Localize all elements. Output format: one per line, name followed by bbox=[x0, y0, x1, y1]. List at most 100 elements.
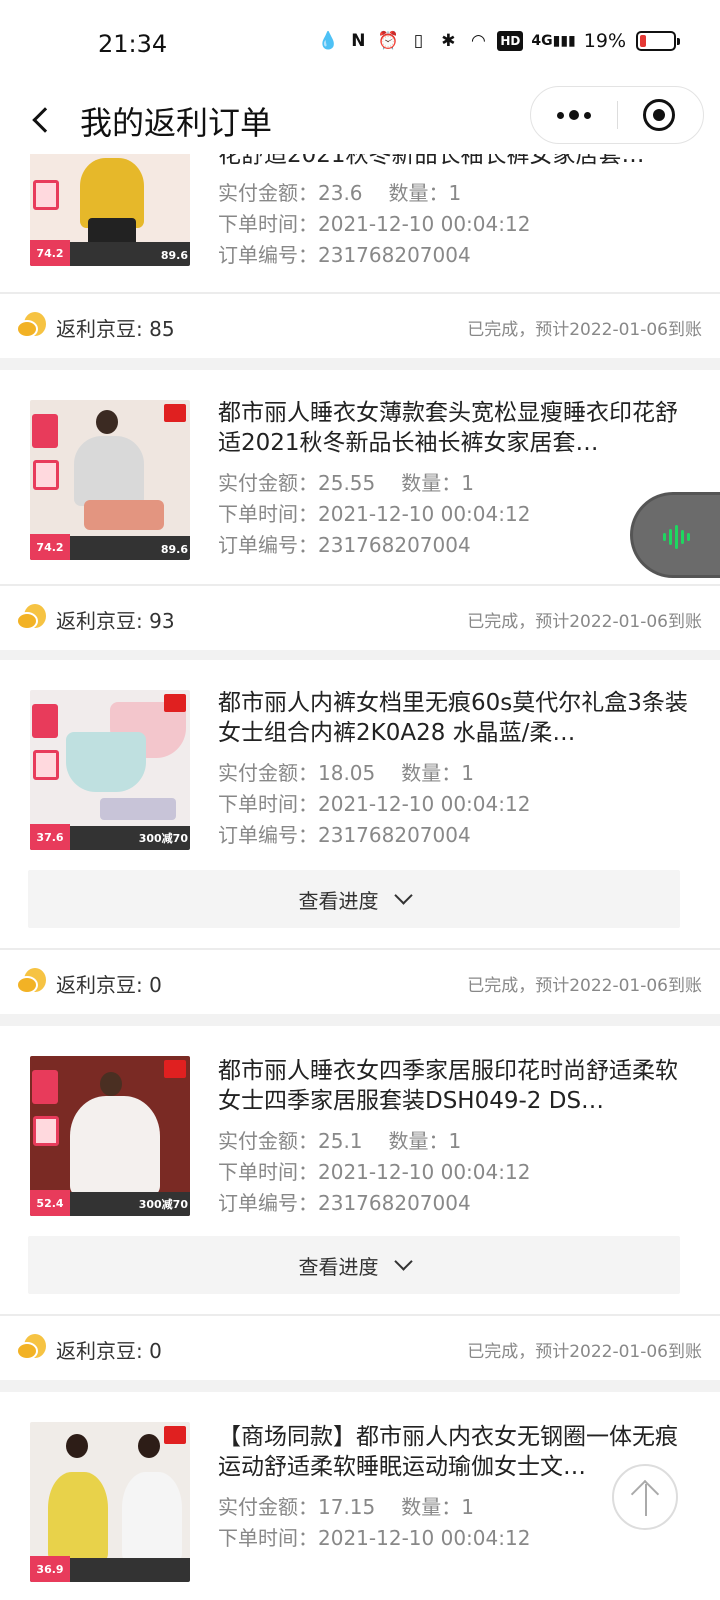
order-time-value: 2021-12-10 00:04:12 bbox=[318, 1160, 531, 1184]
jd-bean-icon bbox=[16, 1334, 48, 1360]
chevron-left-icon bbox=[32, 107, 58, 133]
voice-assistant-button[interactable] bbox=[630, 492, 720, 578]
qty-value: 1 bbox=[461, 471, 474, 495]
order-time-label: 下单时间： bbox=[218, 1160, 318, 1184]
rebate-status: 已完成，预计2022-01-06到账 bbox=[467, 976, 702, 996]
close-miniprogram-button[interactable] bbox=[643, 99, 675, 131]
promo-badge bbox=[33, 1116, 59, 1146]
paid-row: 实付金额：23.6 数量：1 bbox=[218, 180, 461, 206]
product-title[interactable]: 都市丽人睡衣女薄款套头宽松显瘦睡衣印花舒适2021秋冬新品长袖长裤女家居套… bbox=[218, 398, 688, 458]
product-row[interactable]: 36.9 【商场同款】都市丽人内衣女无钢圈一体无痕运动舒适柔软睡眠运动瑜伽女士文… bbox=[0, 1422, 720, 1600]
order-card: 52.4 300减70 都市丽人睡衣女四季家居服印花时尚舒适柔软女士四季家居服套… bbox=[0, 1026, 720, 1314]
product-row[interactable]: 74.2 89.6 都市丽人睡衣女薄款套头宽松显瘦睡衣印花舒适2021秋冬新品长… bbox=[0, 400, 720, 584]
page-title: 我的返利订单 bbox=[80, 104, 273, 142]
order-time-value: 2021-12-10 00:04:12 bbox=[318, 792, 531, 816]
promo-badge bbox=[33, 180, 59, 210]
order-time-row: 下单时间：2021-12-10 00:04:12 bbox=[218, 791, 530, 817]
order-no-value: 231768207004 bbox=[318, 533, 471, 557]
order-time-value: 2021-12-10 00:04:12 bbox=[318, 1526, 531, 1550]
order-time-label: 下单时间： bbox=[218, 502, 318, 526]
jd-bean-icon bbox=[16, 968, 48, 994]
qty-label: 数量： bbox=[401, 761, 462, 785]
thumb-price: 74.2 bbox=[30, 240, 70, 266]
brand-badge bbox=[164, 694, 186, 712]
capsule-divider bbox=[617, 101, 618, 129]
order-time-row: 下单时间：2021-12-10 00:04:12 bbox=[218, 1159, 530, 1185]
scroll-to-top-button[interactable] bbox=[612, 1464, 678, 1530]
chevron-down-icon bbox=[393, 885, 413, 905]
product-title[interactable]: 都市丽人睡衣女四季家居服印花时尚舒适柔软女士四季家居服套装DSH049-2 DS… bbox=[218, 1056, 688, 1116]
jd-bean-icon bbox=[16, 604, 48, 630]
view-progress-button[interactable]: 查看进度 bbox=[28, 1236, 680, 1294]
order-no-label: 订单编号： bbox=[218, 1191, 318, 1215]
order-no-row: 订单编号：231768207004 bbox=[218, 242, 471, 268]
order-list-viewport[interactable]: 74.2 89.6 花舒适2021秋冬新品长袖长裤女家居套… 实付金额：23.6… bbox=[0, 154, 720, 1600]
product-thumbnail[interactable]: 37.6 300减70 bbox=[30, 690, 190, 850]
view-progress-label: 查看进度 bbox=[298, 888, 379, 913]
paid-label: 实付金额： bbox=[218, 471, 318, 495]
paid-value: 18.05 bbox=[318, 761, 376, 785]
thumb-price: 36.9 bbox=[30, 1556, 70, 1582]
thumb-price-secondary: 89.6 bbox=[160, 249, 188, 262]
signal-4g-icon: 4G▮▮▮ bbox=[531, 33, 576, 49]
qty-value: 1 bbox=[448, 181, 462, 205]
qty-label: 数量： bbox=[401, 471, 462, 495]
status-time: 21:34 bbox=[98, 30, 168, 58]
rebate-row: 返利京豆: 0 已完成，预计2022-01-06到账 bbox=[0, 1316, 720, 1380]
paid-row: 实付金额：25.55 数量：1 bbox=[218, 470, 474, 496]
thumb-price: 52.4 bbox=[30, 1190, 70, 1216]
product-title[interactable]: 【商场同款】都市丽人内衣女无钢圈一体无痕运动舒适柔软睡眠运动瑜伽女士文… bbox=[218, 1422, 688, 1482]
model-head bbox=[100, 1072, 122, 1096]
order-time-label: 下单时间： bbox=[218, 1526, 318, 1550]
paid-value: 25.1 bbox=[318, 1129, 363, 1153]
order-no-row: 订单编号：231768207004 bbox=[218, 822, 471, 848]
product-title[interactable]: 都市丽人内裤女档里无痕60s莫代尔礼盒3条装女士组合内裤2K0A28 水晶蓝/柔… bbox=[218, 688, 688, 748]
product-row[interactable]: 74.2 89.6 花舒适2021秋冬新品长袖长裤女家居套… 实付金额：23.6… bbox=[0, 154, 720, 272]
paid-row: 实付金额：17.15 数量：1 bbox=[218, 1494, 474, 1520]
view-progress-button[interactable]: 查看进度 bbox=[28, 870, 680, 928]
rebate-row: 返利京豆: 85 已完成，预计2022-01-06到账 bbox=[0, 294, 720, 358]
order-no-label: 订单编号： bbox=[218, 243, 318, 267]
model-figure bbox=[48, 1472, 108, 1562]
order-time-row: 下单时间：2021-12-10 00:04:12 bbox=[218, 1525, 530, 1551]
promo-badge bbox=[32, 1070, 58, 1104]
promo-badge bbox=[32, 704, 58, 738]
qty-label: 数量： bbox=[388, 181, 449, 205]
product-row[interactable]: 52.4 300减70 都市丽人睡衣女四季家居服印花时尚舒适柔软女士四季家居服套… bbox=[0, 1056, 720, 1240]
bluetooth-icon: ✱ bbox=[441, 31, 456, 51]
thumb-price-secondary: 300减70 bbox=[138, 1198, 188, 1211]
order-card: 37.6 300减70 都市丽人内裤女档里无痕60s莫代尔礼盒3条装女士组合内裤… bbox=[0, 660, 720, 948]
order-no-value: 231768207004 bbox=[318, 243, 471, 267]
promo-badge bbox=[33, 750, 59, 780]
product-box bbox=[100, 798, 176, 820]
wifi-icon: ◠ bbox=[470, 31, 486, 51]
dot-icon bbox=[557, 111, 564, 119]
order-no-row: 订单编号：231768207004 bbox=[218, 1190, 471, 1216]
product-row[interactable]: 37.6 300减70 都市丽人内裤女档里无痕60s莫代尔礼盒3条装女士组合内裤… bbox=[0, 690, 720, 874]
sound-wave-icon bbox=[663, 525, 690, 549]
product-thumbnail[interactable]: 52.4 300减70 bbox=[30, 1056, 190, 1216]
paid-value: 23.6 bbox=[318, 181, 363, 205]
product-thumbnail[interactable]: 74.2 89.6 bbox=[30, 154, 190, 266]
order-time-row: 下单时间：2021-12-10 00:04:12 bbox=[218, 211, 530, 237]
product-title[interactable]: 花舒适2021秋冬新品长袖长裤女家居套… bbox=[218, 154, 688, 170]
rebate-card: 返利京豆: 85 已完成，预计2022-01-06到账 bbox=[0, 294, 720, 358]
rebate-row: 返利京豆: 93 已完成，预计2022-01-06到账 bbox=[0, 586, 720, 650]
thumb-price-secondary: 300减70 bbox=[138, 832, 188, 845]
product-thumbnail[interactable]: 74.2 89.6 bbox=[30, 400, 190, 560]
paid-value: 17.15 bbox=[318, 1495, 376, 1519]
product-shape bbox=[66, 732, 146, 792]
order-no-value: 231768207004 bbox=[318, 823, 471, 847]
rebate-amount: 返利京豆: 93 bbox=[56, 609, 175, 633]
model-head bbox=[66, 1434, 88, 1458]
product-thumbnail[interactable]: 36.9 bbox=[30, 1422, 190, 1582]
rebate-card: 返利京豆: 93 已完成，预计2022-01-06到账 bbox=[0, 586, 720, 650]
paid-label: 实付金额： bbox=[218, 181, 318, 205]
qty-label: 数量： bbox=[388, 1129, 449, 1153]
paid-label: 实付金额： bbox=[218, 1495, 318, 1519]
more-button[interactable] bbox=[531, 87, 617, 143]
back-button[interactable] bbox=[22, 98, 66, 142]
order-time-label: 下单时间： bbox=[218, 792, 318, 816]
paid-row: 实付金额：25.1 数量：1 bbox=[218, 1128, 461, 1154]
model-head bbox=[96, 410, 118, 434]
